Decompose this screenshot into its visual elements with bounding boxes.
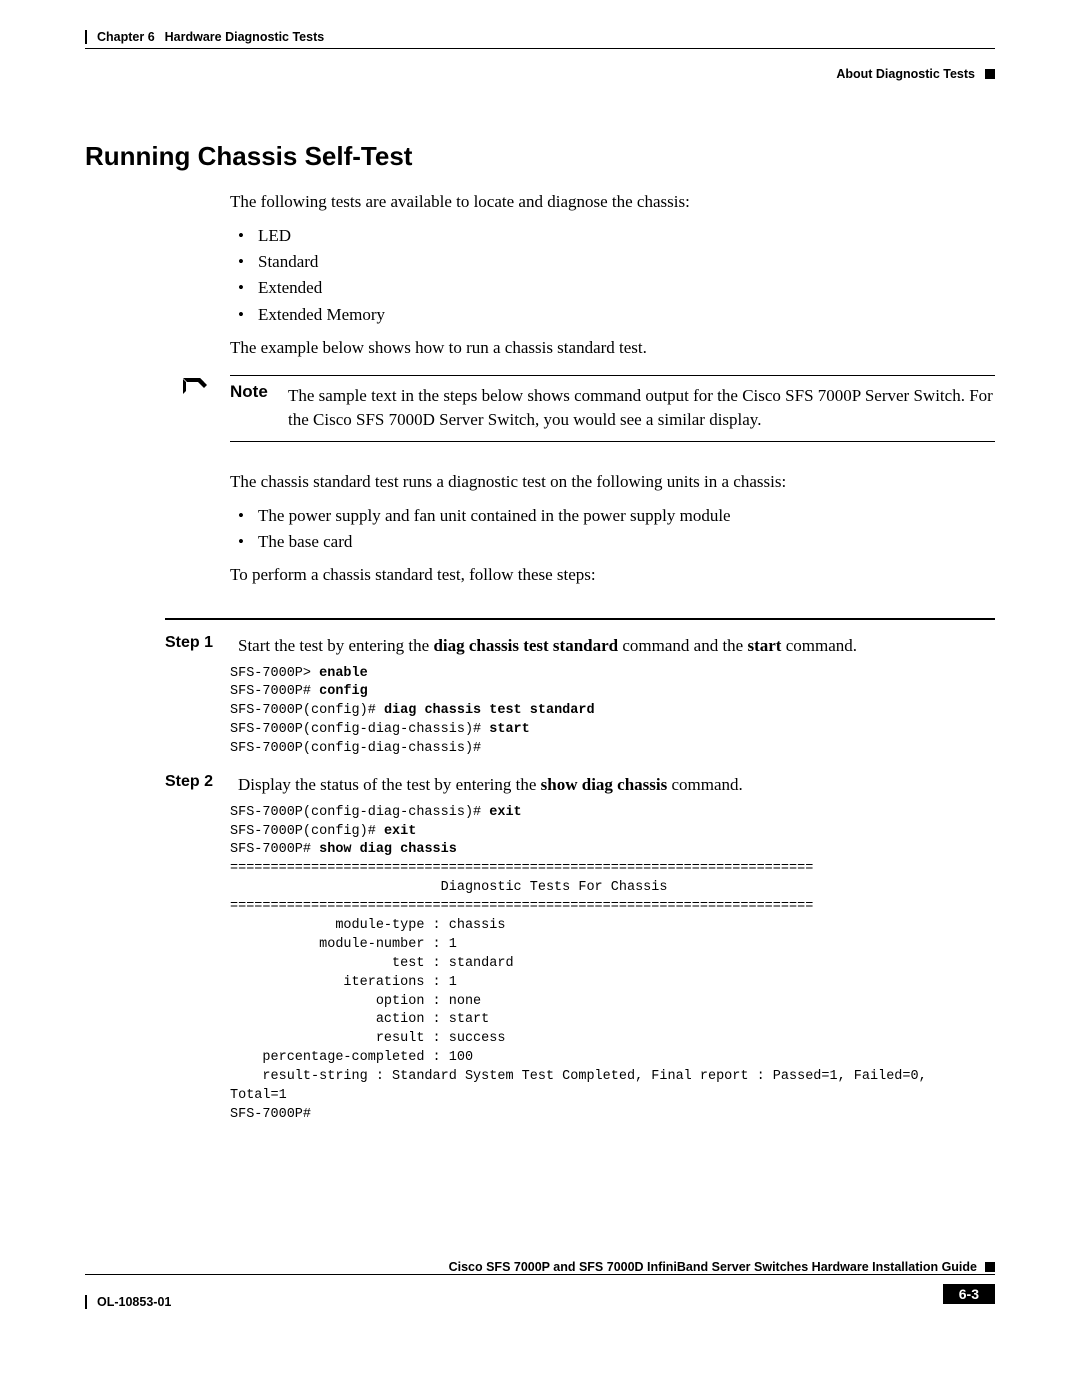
footer-rule (85, 1274, 995, 1275)
note-label: Note (230, 382, 274, 433)
code-block-2: SFS-7000P(config-diag-chassis)# exit SFS… (230, 804, 995, 1125)
list-item: LED (230, 223, 995, 249)
diag-para: The chassis standard test runs a diagnos… (230, 470, 995, 495)
note-icon-col (180, 375, 216, 397)
footer: Cisco SFS 7000P and SFS 7000D InfiniBand… (85, 1260, 995, 1309)
note-bottom-rule (230, 441, 995, 442)
page: Chapter 6 Hardware Diagnostic Tests Abou… (0, 0, 1080, 1337)
footer-left: OL-10853-01 (85, 1295, 171, 1309)
footer-right: 6-3 (943, 1284, 995, 1304)
body: The following tests are available to loc… (230, 190, 995, 361)
header-square-icon (985, 69, 995, 79)
note-block: Note The sample text in the steps below … (85, 375, 995, 448)
guide-title: Cisco SFS 7000P and SFS 7000D InfiniBand… (449, 1260, 977, 1274)
code-block-1: SFS-7000P> enable SFS-7000P# config SFS-… (230, 665, 995, 759)
note-text: The sample text in the steps below shows… (288, 382, 995, 433)
section-label: About Diagnostic Tests (836, 67, 975, 81)
list-item: Standard (230, 249, 995, 275)
header-tick-icon (85, 30, 87, 44)
step-1: Step 1 Start the test by entering the di… (85, 634, 995, 659)
steps-rule (165, 618, 995, 620)
list-item: Extended (230, 275, 995, 301)
chapter-title: Hardware Diagnostic Tests (165, 30, 325, 44)
section-header: About Diagnostic Tests (85, 67, 995, 81)
header-rule (85, 48, 995, 49)
step-text: Start the test by entering the diag chas… (238, 634, 995, 659)
step-label: Step 1 (165, 634, 220, 659)
footer-square-icon (985, 1262, 995, 1272)
page-number-badge: 6-3 (943, 1284, 995, 1304)
units-list: The power supply and fan unit contained … (230, 503, 995, 556)
guide-line: Cisco SFS 7000P and SFS 7000D InfiniBand… (85, 1260, 995, 1274)
body-2: The chassis standard test runs a diagnos… (230, 470, 995, 588)
perform-para: To perform a chassis standard test, foll… (230, 563, 995, 588)
step-label: Step 2 (165, 773, 220, 798)
tests-list: LED Standard Extended Extended Memory (230, 223, 995, 328)
running-header: Chapter 6 Hardware Diagnostic Tests (85, 30, 995, 44)
list-item: Extended Memory (230, 302, 995, 328)
footer-row: OL-10853-01 6-3 (85, 1279, 995, 1309)
note-top-rule (230, 375, 995, 376)
doc-number: OL-10853-01 (97, 1295, 171, 1309)
list-item: The base card (230, 529, 995, 555)
intro-para: The following tests are available to loc… (230, 190, 995, 215)
footer-tick-icon (85, 1295, 87, 1309)
pencil-icon (180, 375, 208, 397)
example-para: The example below shows how to run a cha… (230, 336, 995, 361)
page-title: Running Chassis Self-Test (85, 141, 995, 172)
chapter-header: Chapter 6 Hardware Diagnostic Tests (85, 30, 324, 44)
chapter-label: Chapter 6 (97, 30, 155, 44)
list-item: The power supply and fan unit contained … (230, 503, 995, 529)
step-text: Display the status of the test by enteri… (238, 773, 995, 798)
step-2: Step 2 Display the status of the test by… (85, 773, 995, 798)
